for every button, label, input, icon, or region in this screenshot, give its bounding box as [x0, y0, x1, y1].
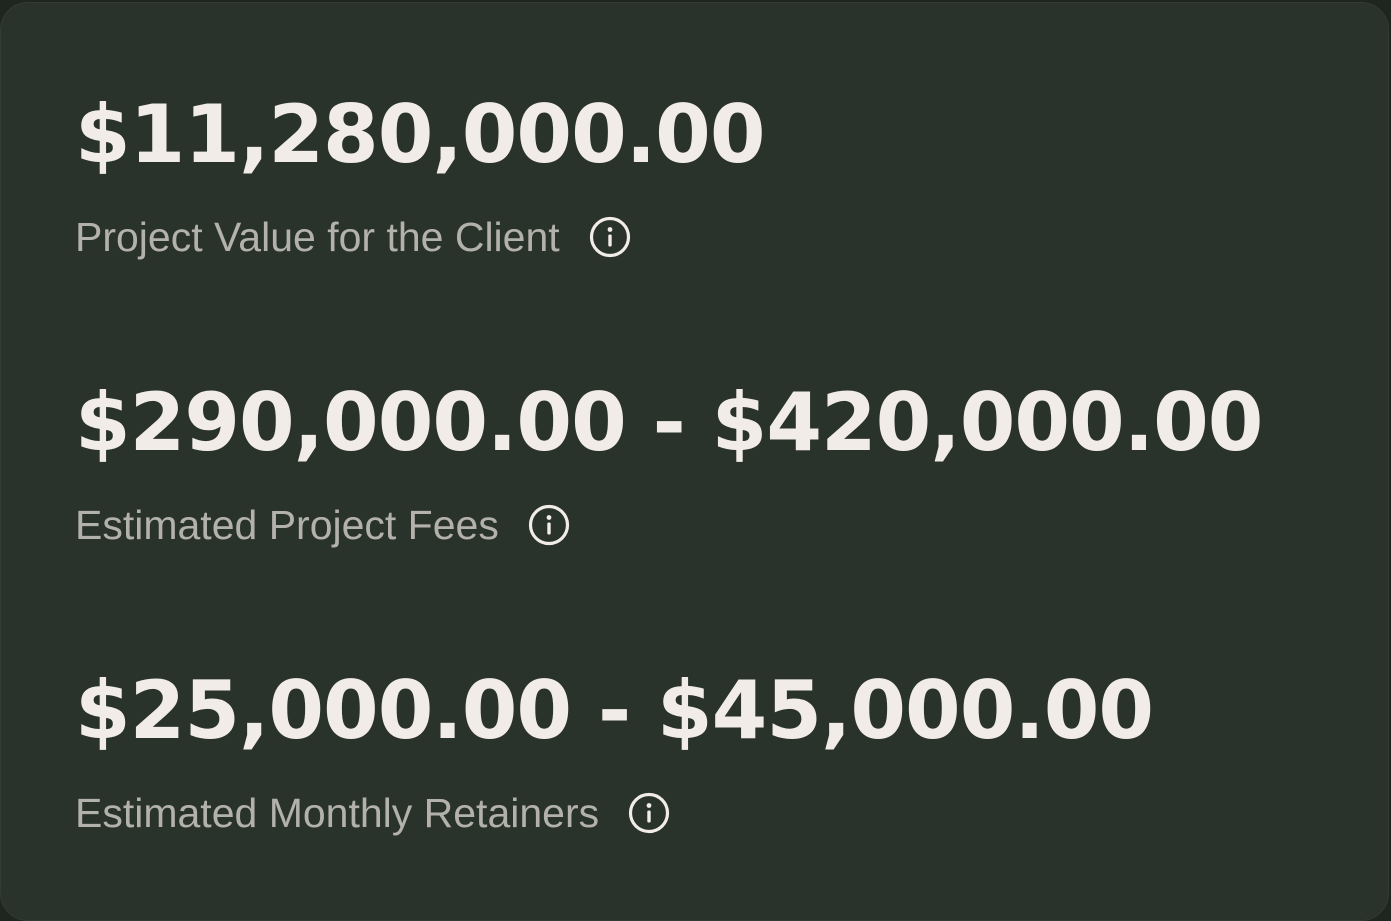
monthly-retainers-metric: $25,000.00 - $45,000.00 Estimated Monthl…: [75, 664, 1154, 835]
estimate-summary-card: $11,280,000.00 Project Value for the Cli…: [0, 2, 1389, 921]
project-value-label: Project Value for the Client: [75, 213, 560, 260]
project-value-metric: $11,280,000.00 Project Value for the Cli…: [75, 88, 765, 259]
project-fees-label: Estimated Project Fees: [75, 501, 499, 548]
monthly-retainers-label-row: Estimated Monthly Retainers: [75, 791, 1153, 835]
project-value-amount: $11,280,000.00: [75, 88, 765, 181]
project-value-label-row: Project Value for the Client: [75, 215, 764, 259]
project-fees-metric: $290,000.00 - $420,000.00 Estimated Proj…: [75, 376, 1263, 547]
project-fees-label-row: Estimated Project Fees: [75, 503, 1262, 547]
monthly-retainers-label: Estimated Monthly Retainers: [75, 789, 600, 836]
info-icon[interactable]: [588, 215, 632, 259]
monthly-retainers-amount: $25,000.00 - $45,000.00: [75, 664, 1154, 757]
info-icon[interactable]: [527, 503, 571, 547]
project-fees-amount: $290,000.00 - $420,000.00: [75, 376, 1263, 469]
info-icon[interactable]: [627, 791, 671, 835]
